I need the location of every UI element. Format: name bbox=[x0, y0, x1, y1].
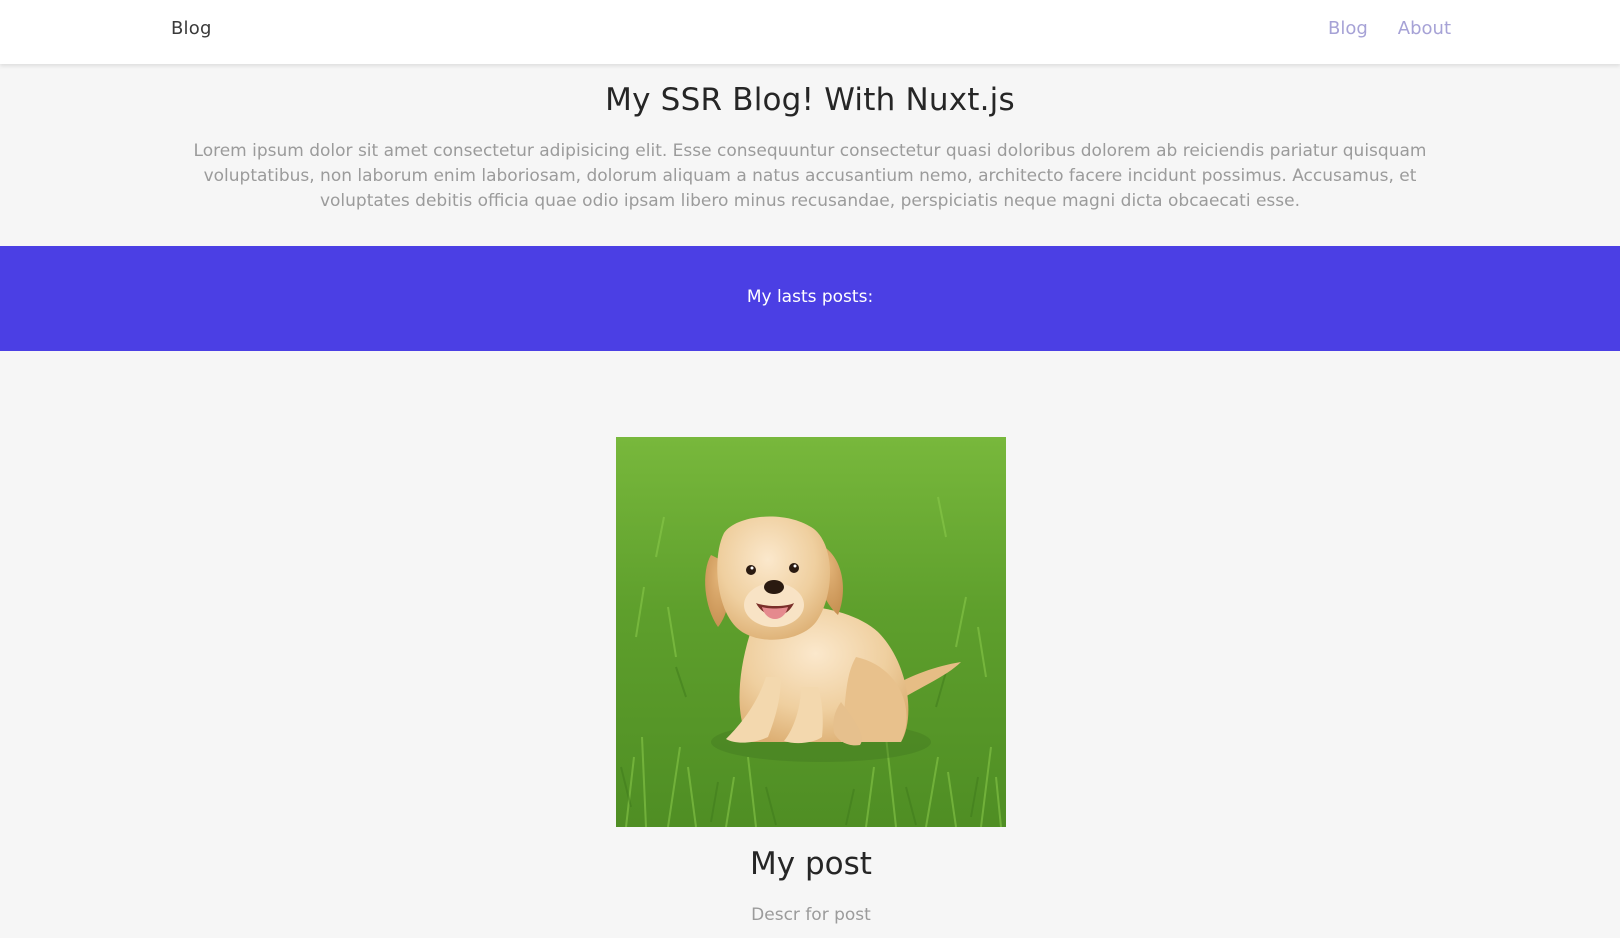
post-description: Descr for post bbox=[751, 905, 871, 925]
page-title: My SSR Blog! With Nuxt.js bbox=[605, 82, 1015, 118]
post-card[interactable]: My post Descr for post bbox=[616, 437, 1006, 938]
nav-link-about[interactable]: About bbox=[1398, 18, 1451, 39]
nav-links: Blog About bbox=[1328, 18, 1451, 39]
top-navbar: Blog Blog About bbox=[0, 0, 1620, 64]
hero-section: My SSR Blog! With Nuxt.js Lorem ipsum do… bbox=[0, 64, 1620, 246]
nav-link-blog[interactable]: Blog bbox=[1328, 18, 1368, 39]
post-thumbnail-puppy-image[interactable] bbox=[616, 437, 1006, 827]
hero-description: Lorem ipsum dolor sit amet consectetur a… bbox=[193, 141, 1427, 211]
post-title: My post bbox=[750, 846, 872, 882]
nav-brand-link[interactable]: Blog bbox=[171, 18, 212, 39]
posts-section-heading: My lasts posts: bbox=[746, 287, 874, 307]
posts-section-banner: My lasts posts: bbox=[0, 246, 1620, 351]
